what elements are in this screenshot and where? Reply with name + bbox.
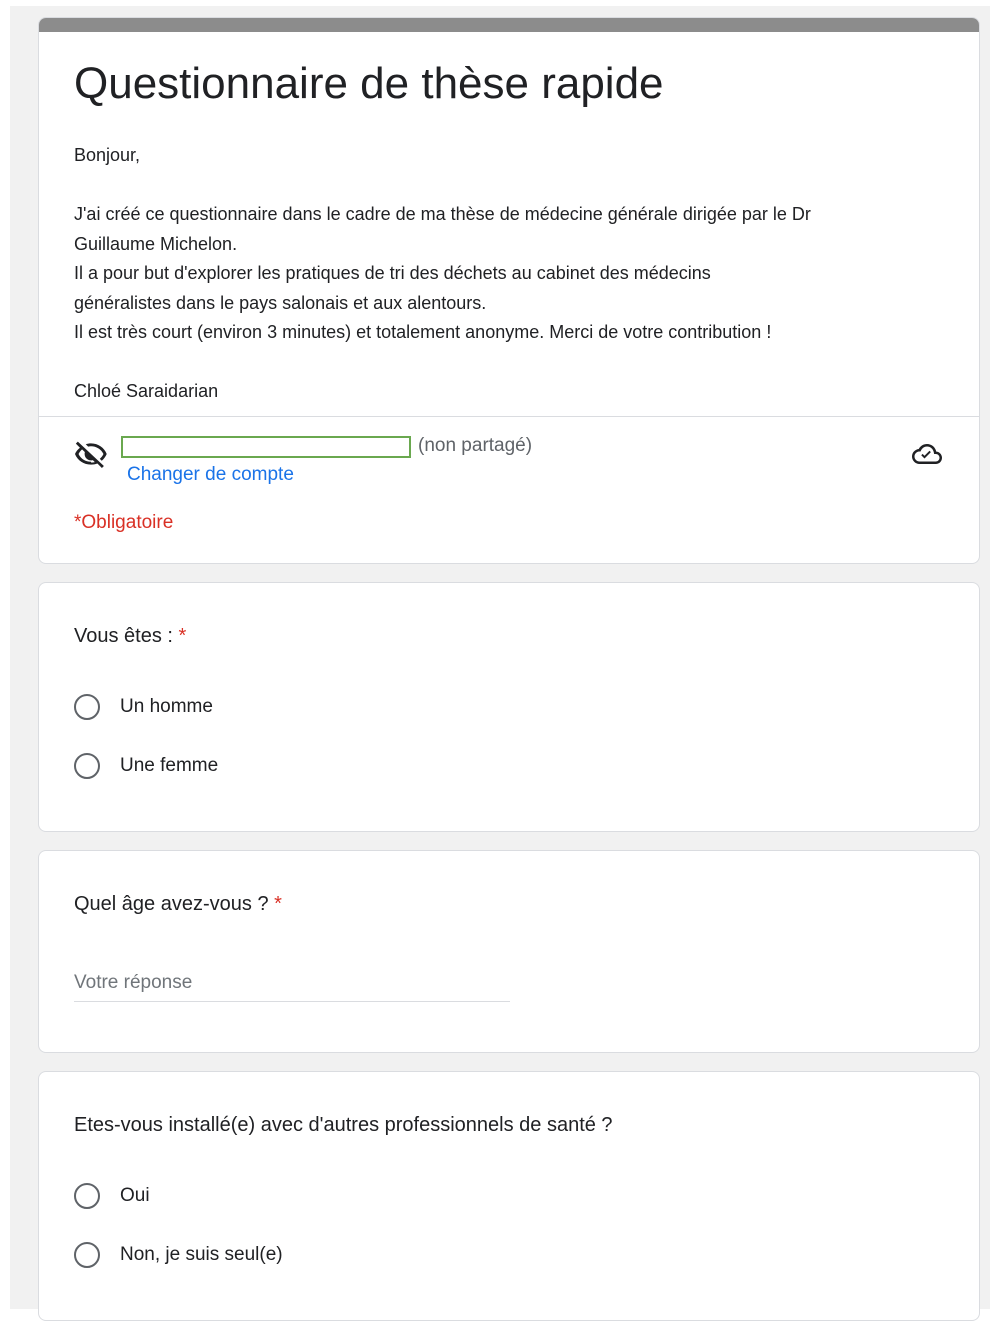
radio-option-non-seul[interactable]: Non, je suis seul(e) <box>74 1240 283 1270</box>
form-header-card: Questionnaire de thèse rapide Bonjour, J… <box>38 17 980 564</box>
radio-button[interactable] <box>74 1242 100 1268</box>
radio-option-label: Oui <box>120 1185 150 1206</box>
question-title: Vous êtes : * <box>74 625 186 648</box>
radio-option-label: Non, je suis seul(e) <box>120 1244 283 1265</box>
header-accent-bar <box>39 18 979 32</box>
required-note: *Obligatoire <box>74 512 174 533</box>
radio-option-label: Un homme <box>120 696 213 717</box>
description-line: généralistes dans le pays salonais et au… <box>74 292 487 313</box>
radio-button[interactable] <box>74 753 100 779</box>
required-asterisk: * <box>274 893 282 915</box>
radio-option-oui[interactable]: Oui <box>74 1181 150 1211</box>
description-line: J'ai créé ce questionnaire dans le cadre… <box>74 204 811 224</box>
description-line: Il a pour but d'explorer les pratiques d… <box>74 263 711 283</box>
form-title: Questionnaire de thèse rapide <box>74 59 664 108</box>
question-title-text: Quel âge avez-vous ? <box>74 893 269 915</box>
question-card-gender: Vous êtes : * Un homme Une femme <box>38 582 980 832</box>
required-asterisk: * <box>178 625 187 647</box>
radio-button[interactable] <box>74 694 100 720</box>
question-card-age: Quel âge avez-vous ? * <box>38 850 980 1053</box>
age-answer-input[interactable] <box>74 965 510 1002</box>
description-line: Guillaume Michelon. <box>74 233 238 254</box>
radio-option-une-femme[interactable]: Une femme <box>74 751 218 781</box>
account-email-redacted <box>121 436 411 458</box>
question-title-text: Vous êtes : <box>74 625 173 647</box>
switch-account-link[interactable]: Changer de compte <box>127 464 294 486</box>
question-title-text: Etes-vous installé(e) avec d'autres prof… <box>74 1114 613 1136</box>
description-blank-line <box>74 348 954 378</box>
description-signature: Chloé Saraidarian <box>74 381 219 401</box>
cloud-check-icon <box>912 444 942 464</box>
not-shared-label: (non partagé) <box>418 435 533 456</box>
question-title: Quel âge avez-vous ? * <box>74 893 282 916</box>
radio-option-un-homme[interactable]: Un homme <box>74 692 213 722</box>
question-card-practice: Etes-vous installé(e) avec d'autres prof… <box>38 1071 980 1321</box>
description-line: Bonjour, <box>74 145 141 165</box>
radio-option-label: Une femme <box>120 755 219 776</box>
description-line: Il est très court (environ 3 minutes) et… <box>74 322 772 342</box>
eye-off-icon <box>74 441 107 469</box>
question-title: Etes-vous installé(e) avec d'autres prof… <box>74 1114 613 1137</box>
description-blank-line <box>74 171 954 201</box>
header-divider <box>39 416 979 417</box>
form-description: Bonjour, J'ai créé ce questionnaire dans… <box>74 141 954 407</box>
radio-button[interactable] <box>74 1183 100 1209</box>
